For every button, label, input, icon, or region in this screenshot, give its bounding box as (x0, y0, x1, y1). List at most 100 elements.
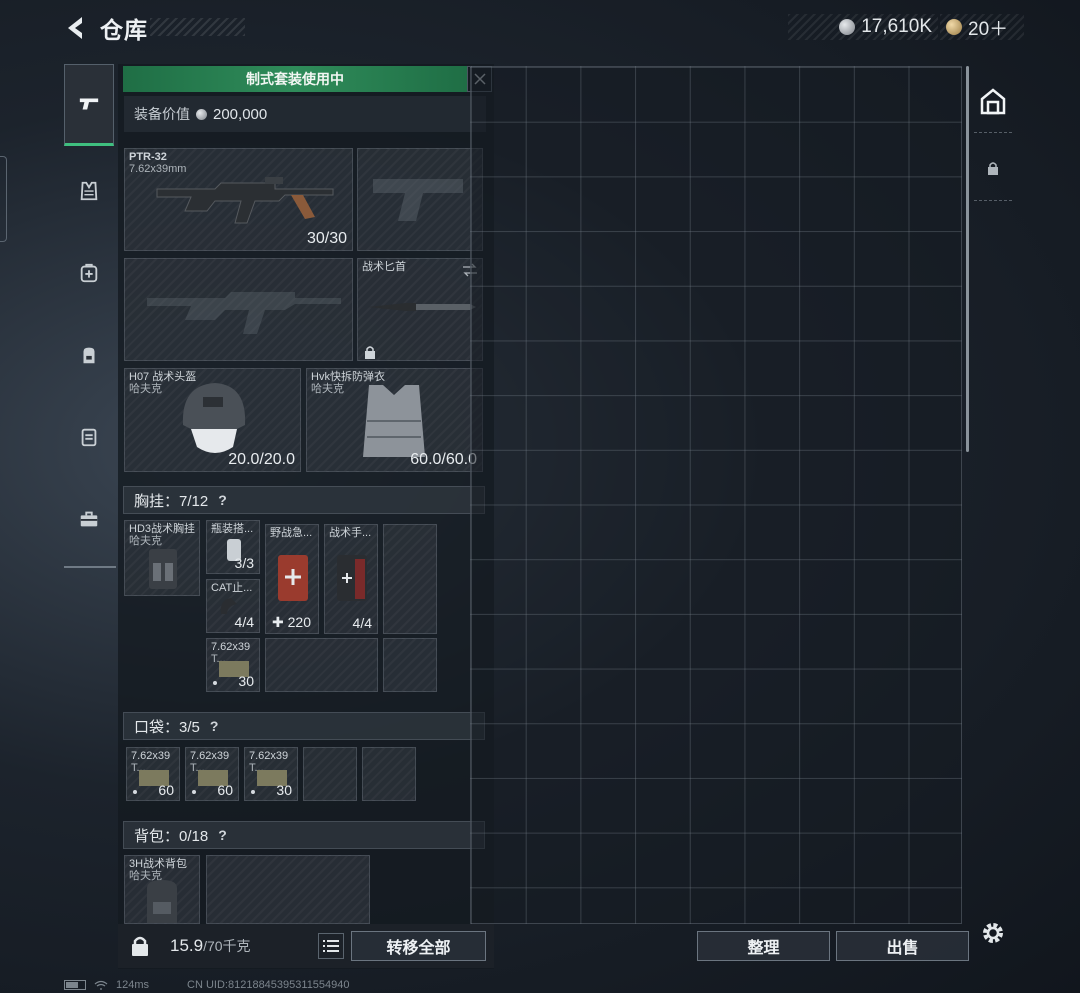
transfer-all-button[interactable]: 转移全部 (351, 931, 486, 961)
melee-slot[interactable]: 战术匕首 (357, 258, 483, 361)
backpack-label: 背包：0/18 (134, 827, 209, 845)
battery-icon (64, 980, 86, 990)
nav-containers[interactable] (64, 400, 114, 474)
item-qty: 60 (217, 782, 233, 798)
melee-name: 战术匕首 (362, 261, 406, 273)
primary-weapon-slot[interactable]: PTR-32 7.62x39mm 30/30 (124, 148, 353, 251)
armor-slot[interactable]: Hvk快拆防弹衣 哈夫克 60.0/60.0 (306, 368, 483, 472)
rig-item-3[interactable]: 战术手... 4/4 (324, 524, 378, 634)
ammo-dot-icon (213, 681, 217, 685)
title-decoration (150, 18, 245, 36)
rig-empty-slot[interactable] (265, 638, 378, 692)
sort-button[interactable]: 整理 (697, 931, 830, 961)
pockets-label: 口袋：3/5 (134, 718, 200, 736)
bag-name: 3H战术背包 (129, 858, 188, 870)
silver-amount: 17,610K (861, 16, 932, 37)
silver-coin-icon (839, 19, 856, 35)
lock-toggle[interactable] (976, 156, 1010, 180)
back-button[interactable]: 仓库 (62, 12, 158, 44)
warehouse-grid[interactable] (470, 66, 962, 924)
body-armor-icon (363, 385, 425, 457)
warehouse-tab[interactable] (976, 84, 1010, 118)
secondary-weapon-slot[interactable] (124, 258, 353, 361)
lock-icon (365, 346, 375, 359)
uid-text: CN UID:81218845395311554940 (187, 979, 350, 991)
backpack-slot[interactable]: 3H战术背包 哈夫克 (124, 855, 200, 924)
item-name: 瓶装搭... (211, 523, 254, 535)
rig-empty-slot[interactable] (383, 524, 437, 634)
backpack-header: 背包：0/18 ? (123, 821, 485, 849)
category-nav (64, 64, 116, 568)
item-name: CAT止... (211, 582, 253, 594)
silver-currency[interactable]: 17,610K (788, 14, 938, 40)
rig-item-2[interactable]: 野战急... ✚ 220 (265, 524, 319, 634)
settings-button[interactable] (978, 918, 1008, 948)
help-icon[interactable]: ? (210, 718, 219, 734)
item-qty: ✚ 220 (272, 614, 311, 630)
edge-handle[interactable] (0, 156, 7, 242)
pocket-empty-slot[interactable] (362, 747, 416, 801)
rifle-silhouette-icon (147, 292, 341, 334)
item-qty: 4/4 (352, 615, 372, 631)
item-qty: 30 (238, 673, 254, 689)
pocket-empty-slot[interactable] (303, 747, 357, 801)
helmet-slot[interactable]: H07 战术头盔 哈夫克 20.0/20.0 (124, 368, 301, 472)
item-name: 7.62x39 (190, 750, 230, 762)
item-name: 7.62x39 (211, 641, 251, 653)
pistol-icon (79, 98, 99, 110)
backpack-empty-slot[interactable] (206, 855, 370, 924)
lock-icon (988, 162, 998, 175)
page-title: 仓库 (100, 17, 148, 43)
rig-empty-slot[interactable] (383, 638, 437, 692)
item-name: 7.62x39 (249, 750, 289, 762)
chest-rig-label: 胸挂：7/12 (134, 492, 209, 510)
pocket-item-3[interactable]: 7.62x39 T... 30 (244, 747, 298, 801)
nav-vests[interactable] (64, 154, 114, 228)
weight-capacity: /70千克 (203, 938, 251, 954)
container-icon (81, 428, 97, 447)
rig-item-4[interactable]: CAT止... 4/4 (206, 579, 260, 633)
sell-button[interactable]: 出售 (836, 931, 969, 961)
equipment-value: 装备价值 200,000 (124, 96, 486, 132)
list-view-button[interactable] (318, 933, 344, 959)
rig-name: HD3战术胸挂 (129, 523, 196, 535)
nav-tools[interactable] (64, 482, 114, 556)
rig-item-1[interactable]: 瓶装搭... 3/3 (206, 520, 260, 574)
equipment-value-amount: 200,000 (213, 105, 268, 123)
trauma-kit-icon (337, 555, 367, 601)
item-qty: 3/3 (234, 555, 254, 571)
standard-kit-banner: 制式套装使用中 (123, 66, 467, 92)
item-qty: 30 (276, 782, 292, 798)
back-chevron-icon (68, 17, 82, 39)
gold-amount: 20＋ (968, 18, 1009, 40)
ping-text: 124ms (116, 979, 150, 991)
chest-rig-slot[interactable]: HD3战术胸挂 哈夫克 (124, 520, 200, 596)
pocket-item-1[interactable]: 7.62x39 T... 60 (126, 747, 180, 801)
rig-item-5[interactable]: 7.62x39 T... 30 (206, 638, 260, 692)
medkit-bag-icon (80, 263, 98, 283)
nav-weapons[interactable] (64, 64, 114, 146)
helmet-icon (182, 383, 246, 453)
warehouse-scrollbar[interactable] (966, 66, 969, 452)
armor-durability: 60.0/60.0 (410, 451, 477, 468)
backpack-item-icon (147, 880, 177, 923)
ammo-dot-icon (251, 790, 255, 794)
nav-medical[interactable] (64, 236, 114, 310)
helmet-brand: 哈夫克 (129, 383, 162, 395)
weapon-ammo: 30/30 (306, 230, 347, 247)
helmet-durability: 20.0/20.0 (228, 451, 295, 468)
system-status: 124ms CN UID:81218845395311554940 (64, 978, 350, 992)
help-icon[interactable]: ? (218, 827, 227, 843)
loadout-lock-button[interactable] (122, 928, 158, 964)
help-icon[interactable]: ? (218, 492, 227, 508)
gold-coin-icon (946, 19, 962, 35)
chest-rig-icon (149, 549, 177, 589)
item-qty: 4/4 (234, 614, 254, 630)
pocket-item-2[interactable]: 7.62x39 T... 60 (185, 747, 239, 801)
nav-backpacks[interactable] (64, 318, 114, 392)
item-name: 战术手... (329, 527, 372, 539)
sidearm-slot[interactable] (357, 148, 483, 251)
gold-currency[interactable]: 20＋ (940, 14, 1024, 40)
chest-rig-header: 胸挂：7/12 ? (123, 486, 485, 514)
list-icon (323, 940, 339, 952)
